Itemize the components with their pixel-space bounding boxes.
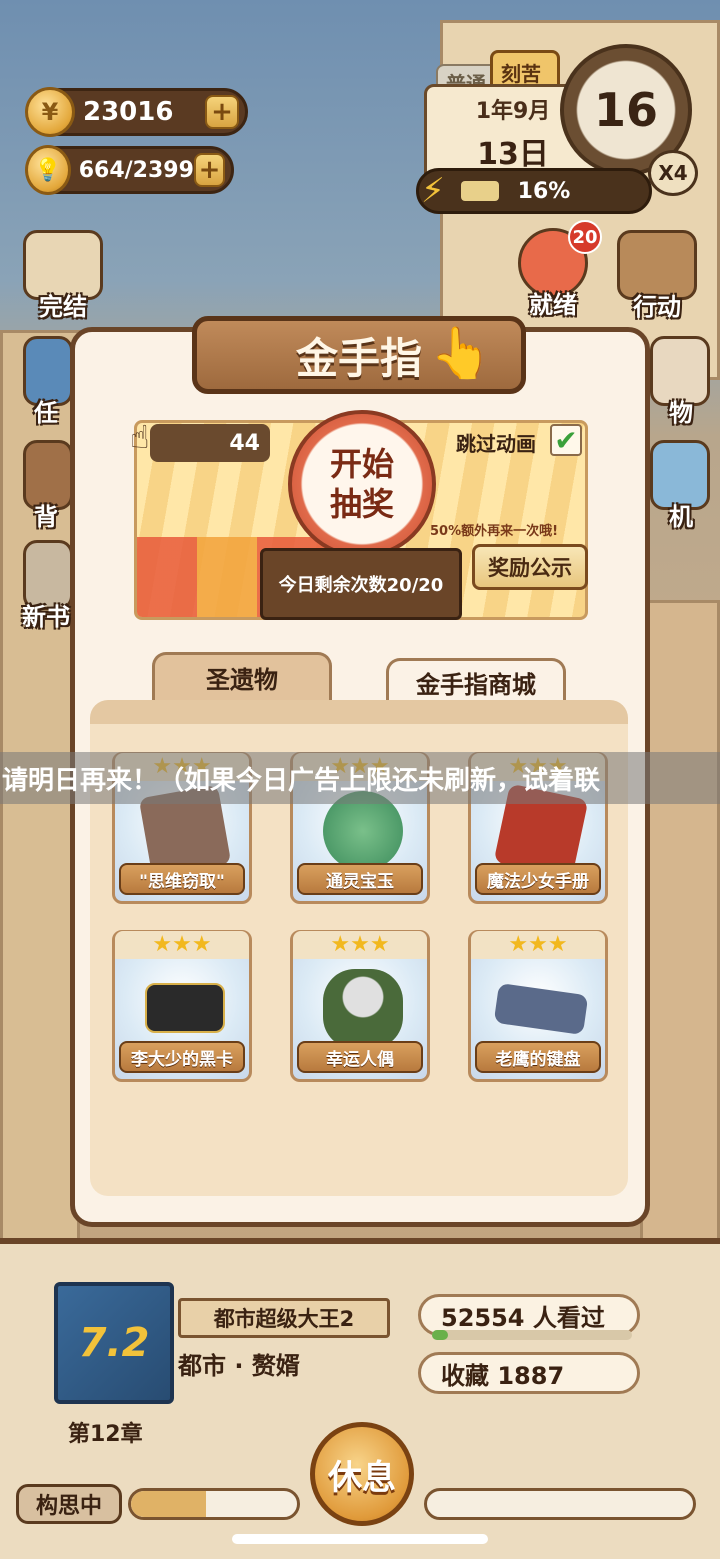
finish-button[interactable]: 完结	[18, 230, 108, 322]
views-progress	[432, 1330, 632, 1340]
tab-relics[interactable]: 圣遗物	[152, 652, 332, 700]
finish-label: 完结	[39, 293, 87, 321]
vip-card-icon	[145, 983, 225, 1033]
item-name: "思维窃取"	[119, 863, 245, 895]
shop-button[interactable]: 物	[648, 336, 714, 428]
remaining-draws: 今日剩余次数20/20	[260, 548, 462, 620]
reward-list-button[interactable]: 奖励公示	[472, 544, 588, 590]
home-indicator[interactable]	[232, 1534, 488, 1544]
item-name: 魔法少女手册	[475, 863, 601, 895]
finger-token-icon: ☝	[130, 418, 150, 456]
bag-button[interactable]: 背	[18, 440, 74, 532]
item-card[interactable]: ★★★ 李大少的黑卡	[112, 930, 252, 1082]
draw-label-line2: 抽奖	[329, 485, 394, 523]
writing-progress	[128, 1488, 300, 1520]
phone-label: 机	[669, 503, 693, 531]
shop-label: 物	[669, 399, 693, 427]
new-book-label: 新书	[22, 603, 70, 631]
tab-golden-finger-shop[interactable]: 金手指商城	[386, 658, 566, 704]
lightbulb-icon: 💡	[25, 145, 71, 195]
skip-animation-label: 跳过动画	[456, 432, 536, 456]
item-name: 老鹰的键盘	[475, 1041, 601, 1073]
energy-percent: 16%	[517, 179, 571, 204]
item-name: 李大少的黑卡	[119, 1041, 245, 1073]
star-rating: ★★★	[293, 931, 427, 959]
novel-cover[interactable]: 7.2	[54, 1282, 174, 1404]
coins-value: 23016	[83, 97, 174, 127]
add-inspiration-button[interactable]: +	[193, 153, 225, 187]
energy-bar: ⚡ 16%	[416, 168, 652, 214]
background-building	[640, 600, 720, 1300]
views-progress-fill	[432, 1330, 448, 1340]
action-label: 行动	[633, 293, 681, 321]
pointing-hand-icon: 👆	[430, 324, 493, 382]
writing-progress-fill	[131, 1491, 206, 1517]
item-card[interactable]: ★★★ 老鹰的键盘	[468, 930, 608, 1082]
star-rating: ★★★	[115, 931, 249, 959]
bag-label: 背	[34, 503, 58, 531]
coins-counter: ¥ 23016 +	[25, 87, 248, 137]
action-button[interactable]: 行动	[612, 230, 702, 322]
ready-badge: 20	[568, 220, 602, 254]
ready-button[interactable]: 20 就绪	[508, 220, 602, 320]
favorites-count: 收藏 1887	[418, 1352, 640, 1394]
item-name: 幸运人偶	[297, 1041, 423, 1073]
rest-button[interactable]: 休息	[310, 1422, 414, 1526]
novel-genre: 都市 · 赘婿	[178, 1352, 300, 1380]
chapter-label: 第12章	[68, 1422, 143, 1447]
doll-icon	[323, 969, 403, 1049]
speed-button[interactable]: X4	[648, 150, 698, 196]
bonus-chance-text: 50%额外再来一次哦!	[430, 524, 559, 539]
writing-state: 构思中	[16, 1484, 122, 1524]
add-coins-button[interactable]: +	[205, 95, 239, 129]
new-book-button[interactable]: 新书	[18, 540, 74, 632]
inspiration-value: 664/2399	[78, 157, 194, 183]
keyboard-icon	[493, 982, 589, 1036]
item-card[interactable]: ★★★ 幸运人偶	[290, 930, 430, 1082]
toast-message: 请明日再来！（如果今日广告上限还未刷新，试着联	[0, 752, 720, 804]
secondary-progress	[424, 1488, 696, 1520]
coin-icon: ¥	[25, 87, 75, 137]
ready-label: 就绪	[529, 291, 577, 319]
star-rating: ★★★	[471, 931, 605, 959]
inspiration-counter: 💡 664/2399 +	[25, 145, 234, 195]
skip-animation-checkbox[interactable]: ✔	[550, 424, 582, 457]
task-label: 任	[34, 399, 58, 427]
start-draw-button[interactable]: 开始 抽奖	[288, 410, 436, 558]
ticket-count: 44	[150, 424, 270, 462]
phone-button[interactable]: 机	[648, 440, 714, 532]
draw-label-line1: 开始	[329, 445, 394, 483]
task-button[interactable]: 任	[18, 336, 74, 428]
novel-title: 都市超级大王2	[178, 1298, 390, 1338]
item-name: 通灵宝玉	[297, 863, 423, 895]
